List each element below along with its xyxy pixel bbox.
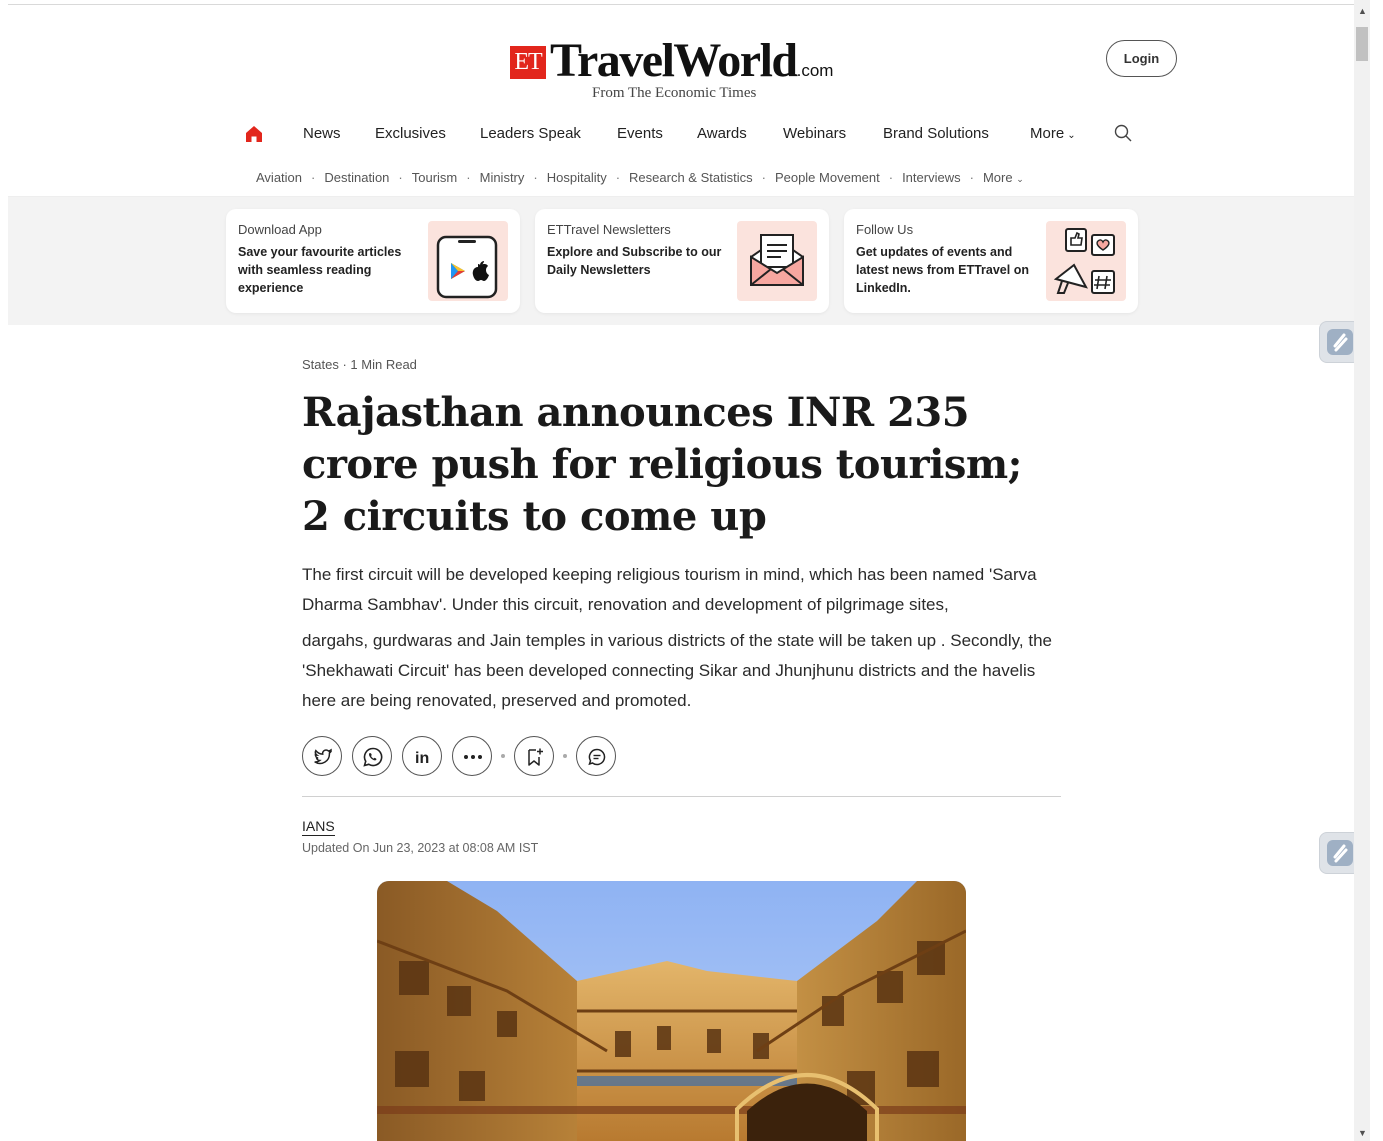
logo-word-world: World: [673, 34, 798, 87]
phone-app-icon: [428, 221, 508, 301]
social-icon: [1046, 221, 1126, 301]
logo-word-travel: Travel: [550, 34, 675, 87]
whatsapp-icon: [363, 747, 383, 767]
more-dots-icon: [464, 755, 482, 759]
linkedin-share-button[interactable]: in: [402, 736, 442, 776]
chevron-down-icon: ⌄: [1067, 130, 1076, 141]
article-divider: [302, 796, 1061, 797]
promo-card-text: Get updates of events and latest news fr…: [856, 245, 1029, 295]
subnav-aviation[interactable]: Aviation: [256, 170, 302, 185]
lightning-icon: [1327, 840, 1353, 866]
subnav-ministry[interactable]: Ministry: [480, 170, 525, 185]
twitter-icon: [314, 748, 332, 765]
promo-card-text: Explore and Subscribe to our Daily Newsl…: [547, 245, 722, 277]
promo-card-follow[interactable]: Follow Us Get updates of events and late…: [844, 209, 1138, 313]
article-meta: States · 1 Min Read: [302, 357, 417, 372]
subnav-tourism[interactable]: Tourism: [412, 170, 458, 185]
article-summary: The first circuit will be developed keep…: [302, 560, 1067, 716]
subnav-separator: ·: [311, 170, 316, 185]
subnav-separator: ·: [969, 170, 974, 185]
nav-item-news[interactable]: News: [303, 125, 341, 142]
subnav-separator: ·: [466, 170, 471, 185]
subnav-destination[interactable]: Destination: [324, 170, 389, 185]
subnav-people-movement[interactable]: People Movement: [775, 170, 880, 185]
vertical-scrollbar[interactable]: ▲ ▼: [1354, 0, 1370, 1141]
promo-band: Download App Save your favourite article…: [8, 197, 1354, 325]
promo-card-title: Follow Us: [856, 222, 914, 237]
nav-item-more[interactable]: More ⌄: [1030, 125, 1076, 142]
subnav-separator: ·: [398, 170, 403, 185]
subnav-separator: ·: [888, 170, 894, 185]
nav-item-awards[interactable]: Awards: [697, 125, 747, 142]
article-headline: Rajasthan announces INR 235 crore push f…: [302, 389, 1022, 540]
bookmark-button[interactable]: [514, 736, 554, 776]
article-read-time: 1 Min Read: [350, 357, 417, 372]
nav-item-webinars[interactable]: Webinars: [783, 125, 846, 142]
site-logo[interactable]: ET TravelWorld.com From The Economic Tim…: [510, 34, 870, 103]
subnav-more[interactable]: More ⌄: [983, 170, 1024, 185]
login-button[interactable]: Login: [1106, 40, 1177, 77]
summary-part-2: dargahs, gurdwaras and Jain temples in v…: [302, 631, 1052, 710]
logo-tagline: From The Economic Times: [592, 85, 757, 101]
subnav-interviews[interactable]: Interviews: [902, 170, 961, 185]
whatsapp-share-button[interactable]: [352, 736, 392, 776]
article-hero-image: [377, 881, 966, 1141]
share-separator: [501, 754, 505, 758]
promo-card-newsletter[interactable]: ETTravel Newsletters Explore and Subscri…: [535, 209, 829, 313]
nav-more-label: More: [1030, 125, 1065, 142]
chevron-down-icon: ⌄: [1016, 174, 1024, 184]
scrollbar-thumb[interactable]: [1356, 27, 1368, 61]
subnav-separator: ·: [615, 170, 621, 185]
svg-text:in: in: [415, 750, 429, 767]
site-header: ET TravelWorld.com From The Economic Tim…: [8, 5, 1354, 197]
nav-item-brand-solutions[interactable]: Brand Solutions: [883, 125, 989, 142]
search-icon[interactable]: [1113, 123, 1133, 143]
comment-icon: [588, 748, 606, 766]
more-share-button[interactable]: [452, 736, 492, 776]
article-updated-date: Updated On Jun 23, 2023 at 08:08 AM IST: [302, 841, 539, 855]
nav-item-leaders-speak[interactable]: Leaders Speak: [480, 125, 581, 142]
promo-card-text: Save your favourite articles with seamle…: [238, 245, 402, 295]
newsletter-icon: [737, 221, 817, 301]
article-section-link[interactable]: States: [302, 357, 339, 372]
author-link[interactable]: IANS: [302, 818, 335, 836]
scroll-down-arrow-icon[interactable]: ▼: [1358, 1128, 1367, 1138]
home-icon[interactable]: [244, 124, 264, 144]
subnav-research-statistics[interactable]: Research & Statistics: [629, 170, 753, 185]
comment-button[interactable]: [576, 736, 616, 776]
primary-nav: News Exclusives Leaders Speak Events Awa…: [244, 121, 1144, 149]
subnav-separator: ·: [761, 170, 766, 185]
linkedin-icon: in: [415, 750, 429, 767]
subnav-more-label: More: [982, 170, 1013, 185]
subnav-separator: ·: [533, 170, 538, 185]
logo-et-badge: ET: [510, 46, 546, 79]
lightning-icon: [1327, 329, 1353, 355]
subnav-hospitality[interactable]: Hospitality: [547, 170, 607, 185]
promo-card-title: ETTravel Newsletters: [547, 222, 671, 237]
scroll-up-arrow-icon[interactable]: ▲: [1358, 6, 1367, 16]
share-separator: [563, 754, 567, 758]
bookmark-icon: [528, 748, 543, 766]
promo-card-title: Download App: [238, 222, 322, 237]
nav-item-events[interactable]: Events: [617, 125, 663, 142]
nav-item-exclusives[interactable]: Exclusives: [375, 125, 446, 142]
twitter-share-button[interactable]: [302, 736, 342, 776]
promo-card-app[interactable]: Download App Save your favourite article…: [226, 209, 520, 313]
summary-part-1: The first circuit will be developed keep…: [302, 565, 1037, 614]
secondary-nav: Aviation · Destination · Tourism · Ministry · Ho…: [256, 170, 1024, 190]
logo-com: .com: [796, 61, 834, 80]
